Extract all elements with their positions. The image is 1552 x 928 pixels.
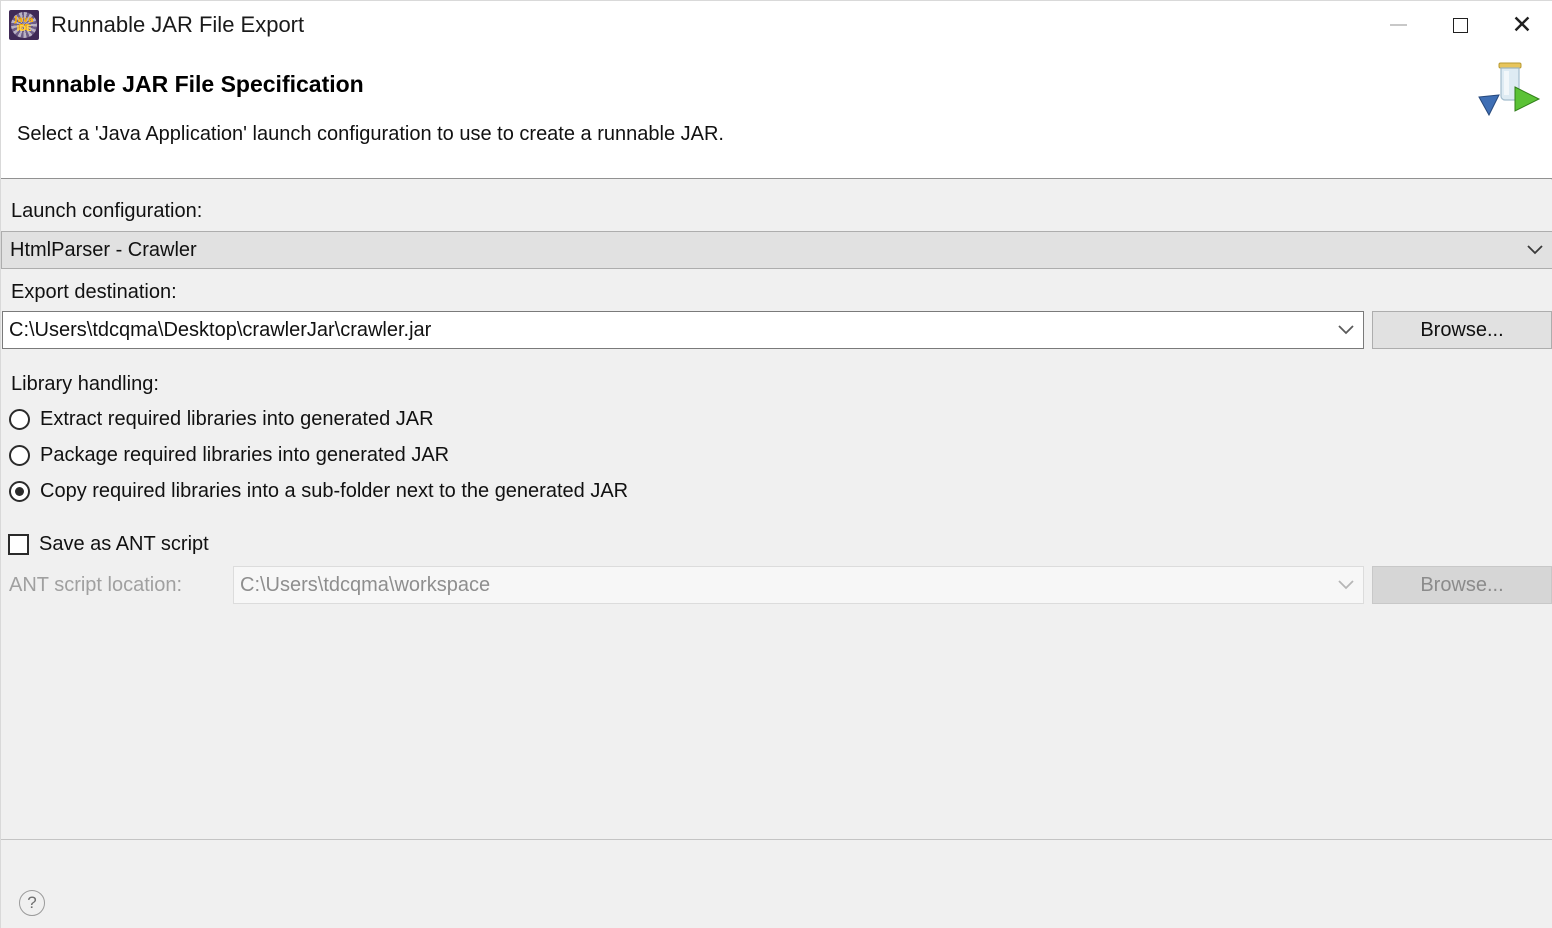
browse-destination-button[interactable]: Browse... xyxy=(1372,311,1552,349)
jar-export-banner-icon xyxy=(1473,57,1543,121)
ant-script-location-value: C:\Users\tdcqma\workspace xyxy=(240,573,491,596)
radio-package-libraries-label: Package required libraries into generate… xyxy=(40,444,450,466)
save-ant-script-checkbox[interactable]: Save as ANT script xyxy=(8,533,209,556)
radio-copy-libraries-label: Copy required libraries into a sub-folde… xyxy=(40,480,629,502)
radio-copy-libraries[interactable]: Copy required libraries into a sub-folde… xyxy=(9,480,628,503)
page-title: Runnable JAR File Specification xyxy=(11,71,364,97)
radio-icon xyxy=(9,409,30,430)
chevron-down-icon[interactable] xyxy=(1518,232,1552,268)
radio-icon xyxy=(9,445,30,466)
wizard-header: Runnable JAR File Specification Select a… xyxy=(1,49,1552,179)
eclipse-javaee-icon: Java EE IDE xyxy=(9,10,39,40)
library-handling-label: Library handling: xyxy=(11,373,159,395)
ant-script-location-combo: C:\Users\tdcqma\workspace xyxy=(233,566,1364,604)
chevron-down-icon xyxy=(1329,567,1363,603)
save-ant-script-label: Save as ANT script xyxy=(39,533,209,555)
launch-configuration-value: HtmlParser - Crawler xyxy=(10,238,197,261)
close-button[interactable]: ✕ xyxy=(1491,1,1552,49)
radio-extract-libraries[interactable]: Extract required libraries into generate… xyxy=(9,408,434,431)
minimize-button[interactable] xyxy=(1367,1,1429,49)
export-destination-value: C:\Users\tdcqma\Desktop\crawlerJar\crawl… xyxy=(9,318,432,341)
export-destination-label: Export destination: xyxy=(11,281,177,303)
checkbox-icon xyxy=(8,534,29,555)
maximize-button[interactable] xyxy=(1429,1,1491,49)
runnable-jar-export-dialog: Java EE IDE Runnable JAR File Export ✕ R… xyxy=(0,0,1552,928)
title-bar: Java EE IDE Runnable JAR File Export ✕ xyxy=(1,1,1552,49)
launch-configuration-label: Launch configuration: xyxy=(11,200,203,222)
radio-extract-libraries-label: Extract required libraries into generate… xyxy=(40,408,434,430)
radio-selected-icon xyxy=(9,481,30,502)
wizard-content: Launch configuration: HtmlParser - Crawl… xyxy=(1,180,1552,839)
chevron-down-icon[interactable] xyxy=(1329,312,1363,348)
dialog-footer: ? < Back Next > Finish Cancel xyxy=(1,839,1552,928)
window-controls: ✕ xyxy=(1367,1,1552,49)
browse-ant-script-button: Browse... xyxy=(1372,566,1552,604)
minimize-icon xyxy=(1389,24,1407,26)
window-title: Runnable JAR File Export xyxy=(51,12,305,37)
ant-script-location-label: ANT script location: xyxy=(9,574,183,596)
close-icon: ✕ xyxy=(1511,10,1533,39)
app-icon-line2: IDE xyxy=(16,24,32,33)
page-description: Select a 'Java Application' launch confi… xyxy=(17,123,724,145)
launch-configuration-combo[interactable]: HtmlParser - Crawler xyxy=(1,231,1552,269)
radio-package-libraries[interactable]: Package required libraries into generate… xyxy=(9,444,449,467)
export-destination-combo[interactable]: C:\Users\tdcqma\Desktop\crawlerJar\crawl… xyxy=(2,311,1364,349)
maximize-icon xyxy=(1452,17,1468,33)
help-icon[interactable]: ? xyxy=(19,890,45,916)
